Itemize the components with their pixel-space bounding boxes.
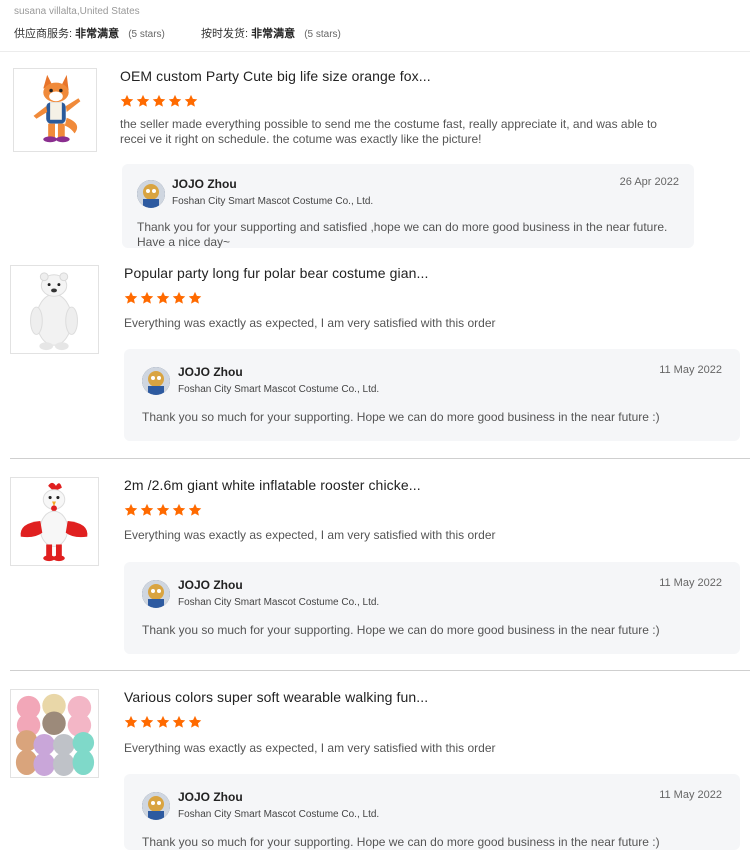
product-title-link[interactable]: OEM custom Party Cute big life size oran…	[120, 68, 431, 84]
star-icon	[140, 503, 154, 516]
supplier-service-value: 非常满意	[75, 28, 120, 40]
reply-date: 11 May 2022	[659, 577, 722, 589]
star-icon	[188, 503, 202, 516]
reviewer-name: susana villalta,United States	[14, 6, 140, 17]
supplier-service-label: 供应商服务:	[14, 28, 73, 40]
star-icon	[120, 94, 134, 107]
seller-name: JOJO Zhou	[178, 790, 243, 804]
on-time-shipping-stars: (5 stars)	[304, 29, 341, 40]
star-icon	[152, 94, 166, 107]
reply-text: Thank you so much for your supporting. H…	[142, 410, 660, 424]
star-rating	[120, 94, 198, 110]
seller-avatar-image	[142, 580, 170, 608]
star-rating	[124, 503, 202, 519]
rooster-costume-image	[11, 478, 98, 565]
seller-company: Foshan City Smart Mascot Costume Co., Lt…	[178, 597, 380, 608]
product-thumbnail-fox[interactable]	[13, 68, 97, 152]
review-comment: Everything was exactly as expected, I am…	[124, 528, 496, 542]
avatar	[142, 580, 170, 608]
seller-reply: JOJO Zhou Foshan City Smart Mascot Costu…	[124, 349, 740, 441]
polar-bear-costume-image	[11, 266, 98, 353]
on-time-shipping-value: 非常满意	[251, 28, 296, 40]
avatar	[142, 792, 170, 820]
product-thumbnail-teddy-bears[interactable]	[10, 689, 99, 778]
avatar	[142, 367, 170, 395]
reply-text: Thank you for your supporting and satisf…	[137, 220, 668, 248]
seller-avatar-image	[142, 792, 170, 820]
star-icon	[124, 503, 138, 516]
star-icon	[172, 715, 186, 728]
star-icon	[168, 94, 182, 107]
product-title-link[interactable]: Popular party long fur polar bear costum…	[124, 265, 429, 281]
header-divider	[0, 51, 750, 52]
review-comment: the seller made everything possible to s…	[120, 117, 657, 146]
reply-date: 11 May 2022	[659, 364, 722, 376]
star-icon	[184, 94, 198, 107]
seller-reply: JOJO Zhou Foshan City Smart Mascot Costu…	[124, 562, 740, 654]
product-title-link[interactable]: Various colors super soft wearable walki…	[124, 689, 428, 705]
reply-text: Thank you so much for your supporting. H…	[142, 835, 660, 849]
star-icon	[172, 503, 186, 516]
review-comment: Everything was exactly as expected, I am…	[124, 741, 496, 755]
seller-avatar-image	[137, 180, 165, 208]
star-icon	[156, 503, 170, 516]
avatar	[137, 180, 165, 208]
star-icon	[156, 291, 170, 304]
seller-reply: JOJO Zhou Foshan City Smart Mascot Costu…	[124, 774, 740, 850]
seller-company: Foshan City Smart Mascot Costume Co., Lt…	[178, 809, 380, 820]
seller-company: Foshan City Smart Mascot Costume Co., Lt…	[172, 196, 374, 207]
seller-avatar-image	[142, 367, 170, 395]
reply-date: 11 May 2022	[659, 789, 722, 801]
star-icon	[156, 715, 170, 728]
product-title-link[interactable]: 2m /2.6m giant white inflatable rooster …	[124, 477, 421, 493]
supplier-service-rating: 供应商服务: 非常满意 (5 stars)	[14, 25, 165, 41]
reply-date: 26 Apr 2022	[619, 176, 679, 188]
reply-text: Thank you so much for your supporting. H…	[142, 623, 660, 637]
seller-name: JOJO Zhou	[172, 177, 237, 191]
seller-name: JOJO Zhou	[178, 365, 243, 379]
star-icon	[188, 715, 202, 728]
teddy-bear-costumes-image	[11, 690, 98, 777]
product-thumbnail-rooster[interactable]	[10, 477, 99, 566]
star-icon	[140, 715, 154, 728]
star-icon	[124, 715, 138, 728]
star-icon	[136, 94, 150, 107]
seller-company: Foshan City Smart Mascot Costume Co., Lt…	[178, 384, 380, 395]
review-divider	[10, 670, 750, 671]
review-divider	[10, 458, 750, 459]
star-icon	[188, 291, 202, 304]
product-thumbnail-polar-bear[interactable]	[10, 265, 99, 354]
review-header: susana villalta,United States 供应商服务: 非常满…	[14, 6, 744, 40]
star-rating	[124, 291, 202, 307]
seller-reply: JOJO Zhou Foshan City Smart Mascot Costu…	[122, 164, 694, 248]
star-icon	[140, 291, 154, 304]
star-icon	[124, 291, 138, 304]
star-rating	[124, 715, 202, 731]
review-comment: Everything was exactly as expected, I am…	[124, 316, 496, 330]
supplier-service-stars: (5 stars)	[128, 29, 165, 40]
seller-name: JOJO Zhou	[178, 578, 243, 592]
on-time-shipping-label: 按时发货:	[201, 28, 249, 40]
on-time-shipping-rating: 按时发货: 非常满意 (5 stars)	[201, 25, 341, 41]
star-icon	[172, 291, 186, 304]
fox-costume-image	[14, 69, 96, 151]
